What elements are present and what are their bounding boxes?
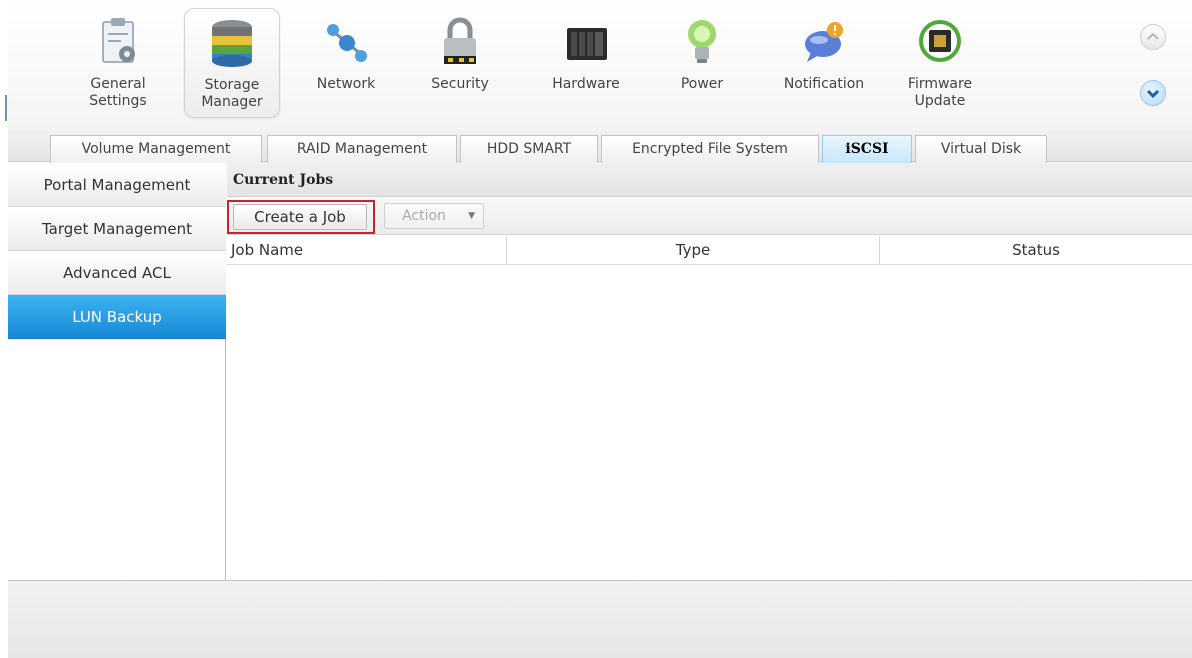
column-header-job-name[interactable]: Job Name — [231, 236, 506, 265]
control-panel-toolbar: General Settings Storage Manager Network — [8, 0, 1192, 130]
storage-tabs: Volume Management RAID Management HDD SM… — [8, 130, 1192, 163]
toolbar-hardware[interactable]: Hardware — [538, 8, 634, 118]
notification-icon — [805, 22, 843, 62]
action-dropdown-label: Action — [402, 208, 446, 224]
scroll-up-button[interactable] — [1140, 24, 1166, 50]
toolbar-label: Hardware — [552, 76, 620, 92]
chevron-down-icon — [1146, 89, 1160, 99]
toolbar-firmware-update[interactable]: Firmware Update — [892, 8, 988, 118]
tab-encrypted-file-system[interactable]: Encrypted File System — [601, 135, 819, 163]
chevron-up-icon — [1147, 32, 1159, 40]
tab-virtual-disk[interactable]: Virtual Disk — [915, 135, 1047, 163]
jobs-table-header: Job Name Type Status — [227, 236, 1192, 265]
toolbar-network[interactable]: Network — [298, 8, 394, 118]
toolbar-notification[interactable]: Notification — [776, 8, 872, 118]
toolbar-storage-manager[interactable]: Storage Manager — [184, 8, 280, 118]
firmware-chip-icon — [919, 20, 961, 62]
toolbar-power[interactable]: Power — [654, 8, 750, 118]
tab-volume-management[interactable]: Volume Management — [50, 135, 262, 163]
lightbulb-icon — [688, 20, 716, 63]
sidenav-portal-management[interactable]: Portal Management — [8, 163, 226, 207]
hardware-icon — [567, 28, 607, 60]
scroll-down-button[interactable] — [1140, 80, 1166, 106]
toolbar-label: Network — [316, 76, 376, 92]
create-job-button[interactable]: Create a Job — [233, 204, 367, 230]
sidenav-advanced-acl[interactable]: Advanced ACL — [8, 251, 226, 295]
caret-down-icon: ▼ — [468, 211, 475, 221]
window-left-edge — [0, 0, 8, 658]
jobs-table-body — [227, 266, 1192, 580]
toolbar-label: General Settings — [89, 76, 147, 109]
section-title: Current Jobs — [227, 163, 1192, 197]
toolbar-label: Security — [431, 76, 489, 92]
tab-iscsi[interactable]: iSCSI — [822, 135, 912, 163]
action-dropdown[interactable]: Action ▼ — [384, 203, 484, 229]
storage-manager-window: General Settings Storage Manager Network — [0, 0, 1192, 658]
tab-hdd-smart[interactable]: HDD SMART — [460, 135, 598, 163]
sidenav-lun-backup[interactable]: LUN Backup — [8, 295, 226, 339]
toolbar-general-settings[interactable]: General Settings — [70, 8, 166, 118]
iscsi-side-nav: Portal Management Target Management Adva… — [8, 163, 226, 580]
toolbar-label: Firmware Update — [907, 76, 973, 109]
footer-bar — [8, 580, 1192, 658]
toolbar-label: Notification — [783, 76, 865, 92]
column-header-status[interactable]: Status — [879, 236, 1192, 265]
toolbar-security[interactable]: Security — [412, 8, 508, 118]
sidenav-target-management[interactable]: Target Management — [8, 207, 226, 251]
padlock-icon — [444, 17, 476, 64]
column-header-type[interactable]: Type — [506, 236, 879, 265]
toolbar-label: Power — [680, 76, 724, 92]
storage-manager-icon — [212, 20, 252, 67]
job-button-bar: Create a Job Action ▼ — [227, 198, 1192, 235]
general-settings-icon — [102, 18, 135, 63]
tab-raid-management[interactable]: RAID Management — [267, 135, 457, 163]
network-icon — [327, 24, 367, 62]
lun-backup-panel: Current Jobs Create a Job Action ▼ Job N… — [227, 163, 1192, 580]
toolbar-label: Storage Manager — [201, 77, 263, 110]
